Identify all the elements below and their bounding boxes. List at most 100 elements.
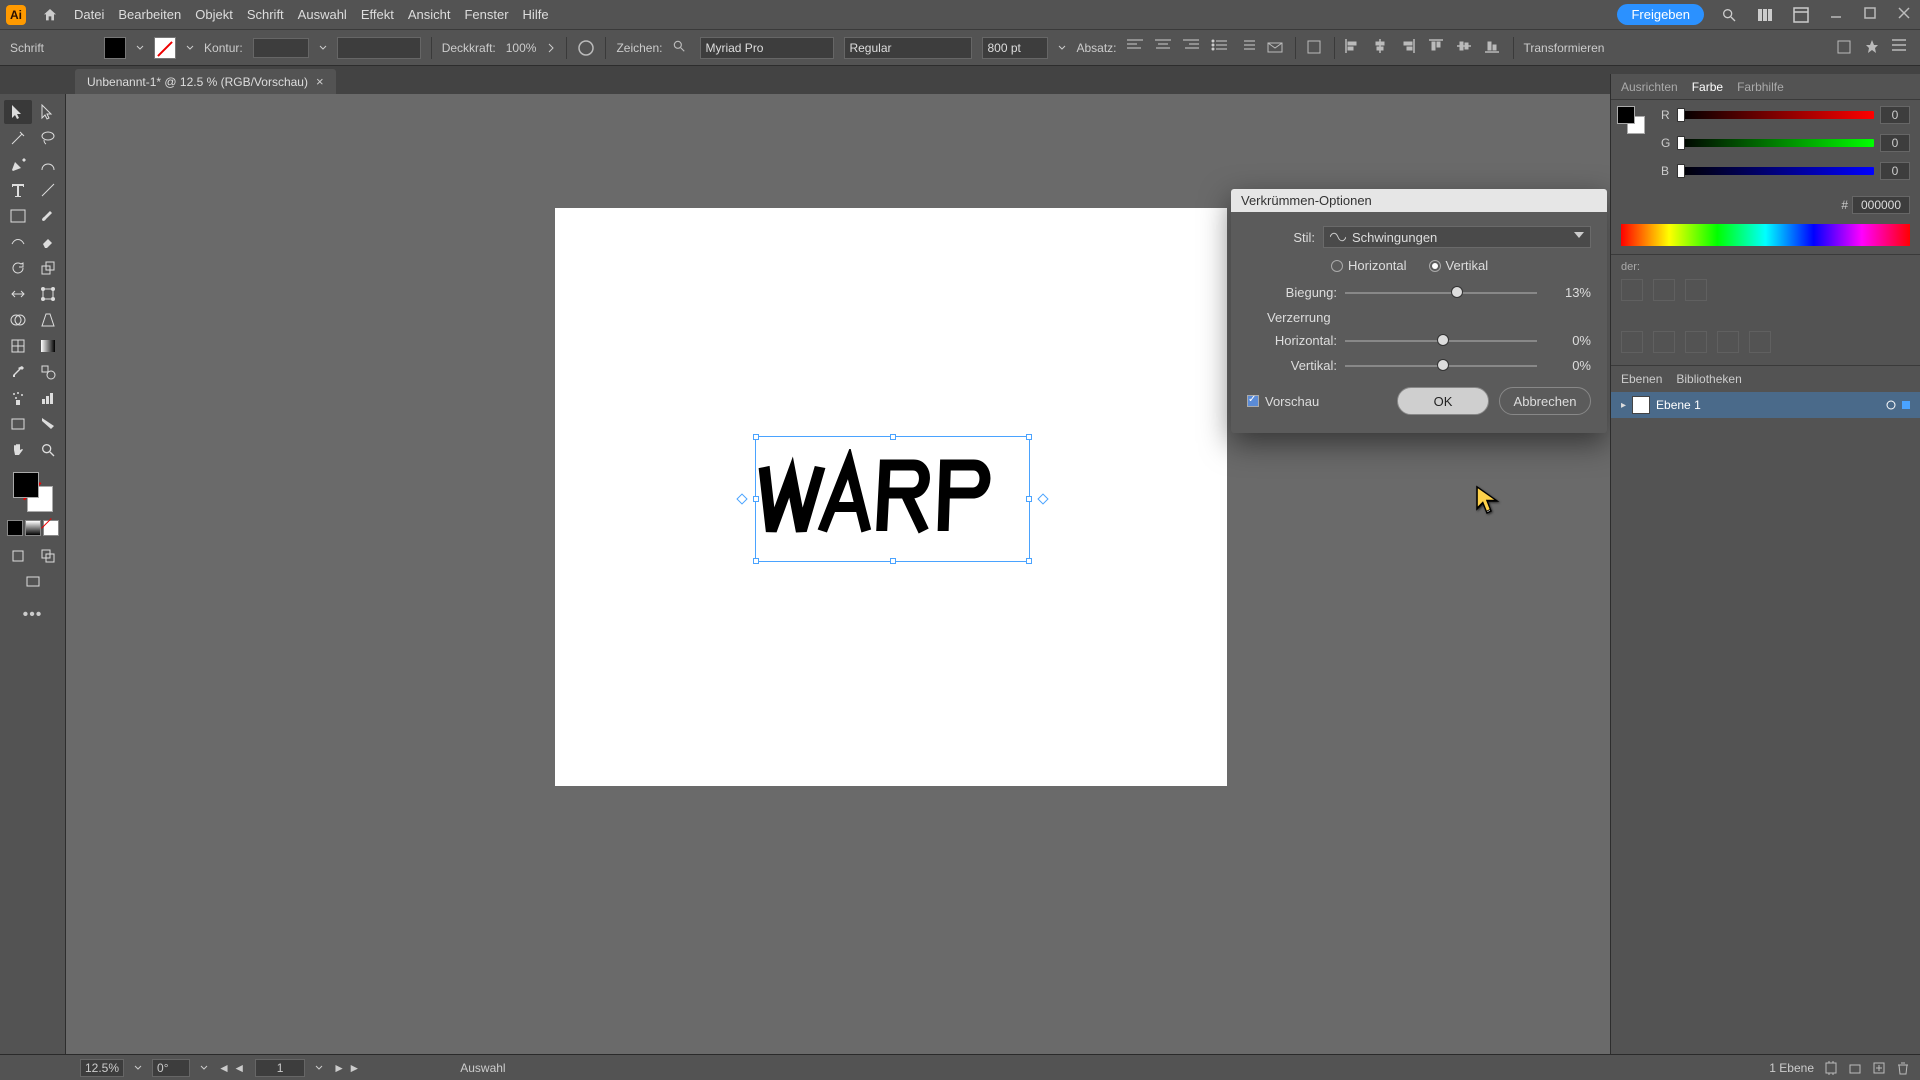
vertical-radio[interactable]: Vertikal	[1429, 258, 1489, 273]
font-size-combo[interactable]: 800 pt	[982, 37, 1048, 59]
prop-icon[interactable]	[1621, 279, 1643, 301]
prop-icon[interactable]	[1717, 331, 1739, 353]
layer-row[interactable]: ▸ Ebene 1	[1611, 392, 1920, 418]
locate-icon[interactable]	[1824, 1061, 1838, 1075]
b-value[interactable]: 0	[1880, 162, 1910, 180]
chevron-right-icon[interactable]: ▸	[1621, 400, 1626, 411]
target-icon[interactable]	[1886, 400, 1896, 410]
horizontal-radio[interactable]: Horizontal	[1331, 258, 1407, 273]
dialog-title[interactable]: Verkrümmen-Optionen	[1231, 189, 1607, 212]
handle-icon[interactable]	[1026, 434, 1032, 440]
menu-icon[interactable]	[1892, 39, 1910, 57]
menu-edit[interactable]: Bearbeiten	[118, 7, 181, 22]
chevron-down-icon[interactable]	[200, 1063, 208, 1073]
prop-icon[interactable]	[1685, 331, 1707, 353]
prop-icon[interactable]	[1653, 331, 1675, 353]
workspace-icon[interactable]	[1754, 4, 1776, 26]
isolate-icon[interactable]	[1836, 39, 1854, 57]
text-port-icon[interactable]	[736, 493, 747, 504]
menu-window[interactable]: Fenster	[464, 7, 508, 22]
direct-selection-tool[interactable]	[34, 100, 62, 124]
search-icon[interactable]	[1718, 4, 1740, 26]
artboard-nav[interactable]: 1	[255, 1059, 305, 1077]
variable-width-dropdown[interactable]	[337, 37, 421, 59]
type-tool[interactable]	[4, 178, 32, 202]
handle-icon[interactable]	[753, 496, 759, 502]
width-tool[interactable]	[4, 282, 32, 306]
halign-right-icon[interactable]	[1401, 39, 1419, 57]
horiz-dist-slider[interactable]	[1345, 340, 1537, 342]
trash-icon[interactable]	[1896, 1061, 1910, 1075]
pin-icon[interactable]	[1864, 39, 1882, 57]
handle-icon[interactable]	[753, 558, 759, 564]
eraser-tool[interactable]	[34, 230, 62, 254]
menu-select[interactable]: Auswahl	[298, 7, 347, 22]
halign-center-icon[interactable]	[1373, 39, 1391, 57]
fill-stroke-icon[interactable]	[1617, 106, 1645, 134]
r-value[interactable]: 0	[1880, 106, 1910, 124]
valign-middle-icon[interactable]	[1457, 39, 1475, 57]
scale-tool[interactable]	[34, 256, 62, 280]
prop-icon[interactable]	[1621, 331, 1643, 353]
line-tool[interactable]	[34, 178, 62, 202]
hand-tool[interactable]	[4, 438, 32, 462]
minimize-icon[interactable]	[1830, 7, 1846, 23]
eyedropper-tool[interactable]	[4, 360, 32, 384]
color-mode-solid[interactable]	[7, 520, 23, 536]
chevron-down-icon[interactable]	[1058, 41, 1066, 55]
ok-button[interactable]: OK	[1397, 387, 1489, 415]
pen-tool[interactable]	[4, 152, 32, 176]
symbol-sprayer-tool[interactable]	[4, 386, 32, 410]
menu-file[interactable]: Datei	[74, 7, 104, 22]
align-left-icon[interactable]	[1127, 39, 1145, 57]
home-icon[interactable]	[40, 5, 60, 25]
vert-dist-value[interactable]: 0%	[1545, 358, 1591, 373]
g-value[interactable]: 0	[1880, 134, 1910, 152]
handle-icon[interactable]	[1026, 558, 1032, 564]
rotate-tool[interactable]	[4, 256, 32, 280]
handle-icon[interactable]	[753, 434, 759, 440]
valign-top-icon[interactable]	[1429, 39, 1447, 57]
document-tab[interactable]: Unbenannt-1* @ 12.5 % (RGB/Vorschau) ×	[75, 69, 336, 94]
menu-object[interactable]: Objekt	[195, 7, 233, 22]
prop-icon[interactable]	[1685, 279, 1707, 301]
app-icon[interactable]: Ai	[6, 5, 26, 25]
align-center-icon[interactable]	[1155, 39, 1173, 57]
style-combo[interactable]: Schwingungen	[1323, 226, 1591, 248]
font-family-combo[interactable]: Myriad Pro	[700, 37, 834, 59]
handle-icon[interactable]	[890, 558, 896, 564]
gradient-tool[interactable]	[34, 334, 62, 358]
color-mode-none[interactable]	[43, 520, 59, 536]
fill-stroke-swatch[interactable]	[13, 472, 53, 512]
zoom-tool[interactable]	[34, 438, 62, 462]
paintbrush-tool[interactable]	[34, 204, 62, 228]
arrange-icon[interactable]	[1790, 4, 1812, 26]
r-slider[interactable]	[1679, 111, 1874, 119]
menu-type[interactable]: Schrift	[247, 7, 284, 22]
align-tab[interactable]: Ausrichten	[1621, 80, 1678, 94]
font-style-combo[interactable]: Regular	[844, 37, 972, 59]
rectangle-tool[interactable]	[4, 204, 32, 228]
layer-name[interactable]: Ebene 1	[1656, 398, 1880, 412]
handle-icon[interactable]	[1026, 496, 1032, 502]
rotation-combo[interactable]: 0°	[152, 1059, 190, 1077]
menu-help[interactable]: Hilfe	[523, 7, 549, 22]
maximize-icon[interactable]	[1864, 7, 1880, 23]
g-slider[interactable]	[1679, 139, 1874, 147]
chevron-down-icon[interactable]	[134, 1063, 142, 1073]
prop-icon[interactable]	[1653, 279, 1675, 301]
color-mode-gradient[interactable]	[25, 520, 41, 536]
blend-tool[interactable]	[34, 360, 62, 384]
perspective-tool[interactable]	[34, 308, 62, 332]
cancel-button[interactable]: Abbrechen	[1499, 387, 1591, 415]
bend-slider[interactable]	[1345, 292, 1537, 294]
slice-tool[interactable]	[34, 412, 62, 436]
artboard-tool[interactable]	[4, 412, 32, 436]
recolor-icon[interactable]	[577, 39, 595, 57]
valign-bottom-icon[interactable]	[1485, 39, 1503, 57]
menu-view[interactable]: Ansicht	[408, 7, 451, 22]
selection-bounds[interactable]	[755, 436, 1030, 562]
magic-wand-tool[interactable]	[4, 126, 32, 150]
lasso-tool[interactable]	[34, 126, 62, 150]
draw-mode-behind[interactable]	[34, 544, 62, 568]
